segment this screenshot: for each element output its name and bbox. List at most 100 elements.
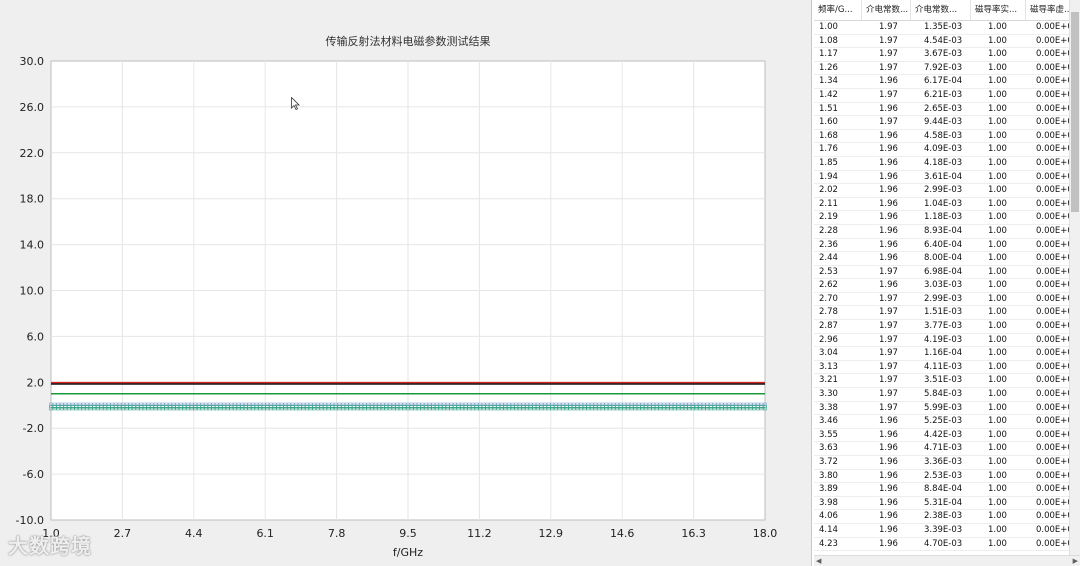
table-cell: 1.97 bbox=[879, 334, 898, 345]
table-row[interactable]: 3.72 1.96 3.36E-03 1.00 0.00E+00 bbox=[814, 456, 1080, 470]
column-header-permittivity-real[interactable]: 介电常数... bbox=[862, 0, 911, 20]
table-row[interactable]: 1.85 1.96 4.18E-03 1.00 0.00E+00 bbox=[814, 157, 1080, 171]
table-cell: 1.00 bbox=[988, 307, 1007, 318]
table-cell: 1.00 bbox=[988, 22, 1007, 32]
x-tick-label: 6.1 bbox=[256, 527, 274, 540]
table-row[interactable]: 4.06 1.96 2.38E-03 1.00 0.00E+00 bbox=[814, 510, 1080, 524]
table-cell: 4.11E-03 bbox=[924, 361, 963, 372]
table-cell: 3.39E-03 bbox=[924, 524, 963, 535]
column-header-permittivity-imag[interactable]: 介电常数... bbox=[911, 0, 971, 20]
table-cell: 1.16E-04 bbox=[924, 348, 963, 359]
x-tick-label: 16.3 bbox=[681, 527, 706, 540]
scroll-right-icon[interactable]: ▶ bbox=[1073, 556, 1078, 566]
table-cell: 5.99E-03 bbox=[924, 402, 963, 413]
table-cell: 1.04E-03 bbox=[924, 198, 963, 209]
table-row[interactable]: 2.62 1.96 3.03E-03 1.00 0.00E+00 bbox=[814, 279, 1080, 293]
scroll-left-icon[interactable]: ◀ bbox=[816, 556, 821, 566]
table-cell: 3.67E-03 bbox=[924, 49, 963, 60]
y-tick-label: -2.0 bbox=[23, 422, 44, 435]
table-cell: 2.62 bbox=[819, 280, 838, 291]
table-row[interactable]: 1.26 1.97 7.92E-03 1.00 0.00E+00 bbox=[814, 62, 1080, 76]
table-row[interactable]: 2.44 1.96 8.00E-04 1.00 0.00E+00 bbox=[814, 252, 1080, 266]
table-row[interactable]: 1.17 1.97 3.67E-03 1.00 0.00E+00 bbox=[814, 48, 1080, 62]
table-row[interactable]: 1.51 1.96 2.65E-03 1.00 0.00E+00 bbox=[814, 103, 1080, 117]
table-cell: 1.96 bbox=[879, 497, 898, 508]
table-cell: 3.80 bbox=[819, 470, 838, 481]
table-cell: 1.68 bbox=[819, 130, 838, 141]
table-cell: 1.97 bbox=[879, 348, 898, 359]
table-row[interactable]: 2.28 1.96 8.93E-04 1.00 0.00E+00 bbox=[814, 225, 1080, 239]
table-cell: 3.98 bbox=[819, 497, 838, 508]
table-cell: 1.97 bbox=[879, 49, 898, 60]
table-cell: 1.96 bbox=[879, 443, 898, 454]
table-row[interactable]: 2.19 1.96 1.18E-03 1.00 0.00E+00 bbox=[814, 211, 1080, 225]
table-row[interactable]: 4.23 1.96 4.70E-03 1.00 0.00E+00 bbox=[814, 538, 1080, 552]
x-tick-label: 4.4 bbox=[185, 527, 203, 540]
y-tick-label: 18.0 bbox=[20, 193, 45, 206]
table-cell: 2.99E-03 bbox=[924, 293, 963, 304]
table-row[interactable]: 3.89 1.96 8.84E-04 1.00 0.00E+00 bbox=[814, 483, 1080, 497]
column-header-frequency[interactable]: 频率/G... bbox=[814, 0, 862, 20]
table-cell: 1.08 bbox=[819, 35, 838, 46]
table-cell: 1.00 bbox=[988, 225, 1007, 236]
table-row[interactable]: 3.46 1.96 5.25E-03 1.00 0.00E+00 bbox=[814, 415, 1080, 429]
table-row[interactable]: 3.80 1.96 2.53E-03 1.00 0.00E+00 bbox=[814, 470, 1080, 484]
table-cell: 1.96 bbox=[879, 76, 898, 87]
table-cell: 3.55 bbox=[819, 429, 838, 440]
table-row[interactable]: 3.13 1.97 4.11E-03 1.00 0.00E+00 bbox=[814, 361, 1080, 375]
scrollbar-thumb[interactable] bbox=[1071, 12, 1079, 212]
table-row[interactable]: 2.36 1.96 6.40E-04 1.00 0.00E+00 bbox=[814, 239, 1080, 253]
table-row[interactable]: 1.34 1.96 6.17E-04 1.00 0.00E+00 bbox=[814, 75, 1080, 89]
table-row[interactable]: 3.04 1.97 1.16E-04 1.00 0.00E+00 bbox=[814, 347, 1080, 361]
table-row[interactable]: 1.94 1.96 3.61E-04 1.00 0.00E+00 bbox=[814, 171, 1080, 185]
table-cell: 8.00E-04 bbox=[924, 253, 963, 264]
vertical-scrollbar[interactable] bbox=[1069, 0, 1080, 556]
table-row[interactable]: 2.96 1.97 4.19E-03 1.00 0.00E+00 bbox=[814, 334, 1080, 348]
table-cell: 1.97 bbox=[879, 35, 898, 46]
table-cell: 3.63 bbox=[819, 443, 838, 454]
table-cell: 4.70E-03 bbox=[924, 538, 963, 549]
table-row[interactable]: 1.00 1.97 1.35E-03 1.00 0.00E+00 bbox=[814, 21, 1080, 35]
y-tick-label: -10.0 bbox=[16, 514, 44, 527]
table-cell: 1.00 bbox=[988, 62, 1007, 73]
table-row[interactable]: 3.55 1.96 4.42E-03 1.00 0.00E+00 bbox=[814, 429, 1080, 443]
table-cell: 1.97 bbox=[879, 375, 898, 386]
table-row[interactable]: 2.70 1.97 2.99E-03 1.00 0.00E+00 bbox=[814, 293, 1080, 307]
table-cell: 1.97 bbox=[879, 389, 898, 400]
table-row[interactable]: 4.14 1.96 3.39E-03 1.00 0.00E+00 bbox=[814, 524, 1080, 538]
table-row[interactable]: 2.02 1.96 2.99E-03 1.00 0.00E+00 bbox=[814, 184, 1080, 198]
table-row[interactable]: 2.87 1.97 3.77E-03 1.00 0.00E+00 bbox=[814, 320, 1080, 334]
table-cell: 3.72 bbox=[819, 457, 838, 467]
chart-title: 传输反射法材料电磁参数测试结果 bbox=[326, 34, 491, 48]
table-row[interactable]: 2.78 1.97 1.51E-03 1.00 0.00E+00 bbox=[814, 306, 1080, 321]
table-cell: 1.00 bbox=[988, 171, 1007, 182]
table-cell: 2.65E-03 bbox=[924, 103, 963, 114]
table-row[interactable]: 2.11 1.96 1.04E-03 1.00 0.00E+00 bbox=[814, 198, 1080, 212]
table-header: 频率/G... 介电常数... 介电常数... 磁导率实... 磁导率虚... bbox=[814, 0, 1080, 21]
table-row[interactable]: 2.53 1.97 6.98E-04 1.00 0.00E+00 bbox=[814, 266, 1080, 280]
table-cell: 1.00 bbox=[988, 402, 1007, 413]
y-tick-label: 6.0 bbox=[27, 330, 45, 343]
table-row[interactable]: 1.08 1.97 4.54E-03 1.00 0.00E+00 bbox=[814, 35, 1080, 49]
table-row[interactable]: 3.98 1.96 5.31E-04 1.00 0.00E+00 bbox=[814, 497, 1080, 511]
column-header-permeability-real[interactable]: 磁导率实... bbox=[971, 0, 1026, 20]
table-row[interactable]: 1.42 1.97 6.21E-03 1.00 0.00E+00 bbox=[814, 89, 1080, 103]
table-cell: 1.97 bbox=[879, 117, 898, 128]
table-row[interactable]: 1.76 1.96 4.09E-03 1.00 0.00E+00 bbox=[814, 143, 1080, 157]
table-cell: 1.00 bbox=[819, 22, 838, 32]
table-cell: 1.00 bbox=[988, 334, 1007, 345]
horizontal-scrollbar[interactable]: ◀ ▶ bbox=[814, 555, 1080, 566]
table-cell: 1.96 bbox=[879, 484, 898, 495]
table-cell: 3.51E-03 bbox=[924, 375, 963, 386]
table-cell: 1.00 bbox=[988, 266, 1007, 277]
table-row[interactable]: 3.21 1.97 3.51E-03 1.00 0.00E+00 bbox=[814, 374, 1080, 389]
table-row[interactable]: 3.30 1.97 5.84E-03 1.00 0.00E+00 bbox=[814, 388, 1080, 402]
table-cell: 1.97 bbox=[879, 22, 898, 32]
table-row[interactable]: 1.68 1.96 4.58E-03 1.00 0.00E+00 bbox=[814, 130, 1080, 144]
table-cell: 8.93E-04 bbox=[924, 225, 963, 236]
chart-panel: 1.0 2.7 4.4 6.1 7.8 9.5 11.2 12.9 14.6 16.3 18.0 30… bbox=[0, 0, 812, 566]
table-cell: 4.58E-03 bbox=[924, 130, 963, 141]
table-row[interactable]: 1.60 1.97 9.44E-03 1.00 0.00E+00 bbox=[814, 116, 1080, 130]
table-row[interactable]: 3.38 1.97 5.99E-03 1.00 0.00E+00 bbox=[814, 402, 1080, 416]
table-row[interactable]: 3.63 1.96 4.71E-03 1.00 0.00E+00 bbox=[814, 442, 1080, 456]
